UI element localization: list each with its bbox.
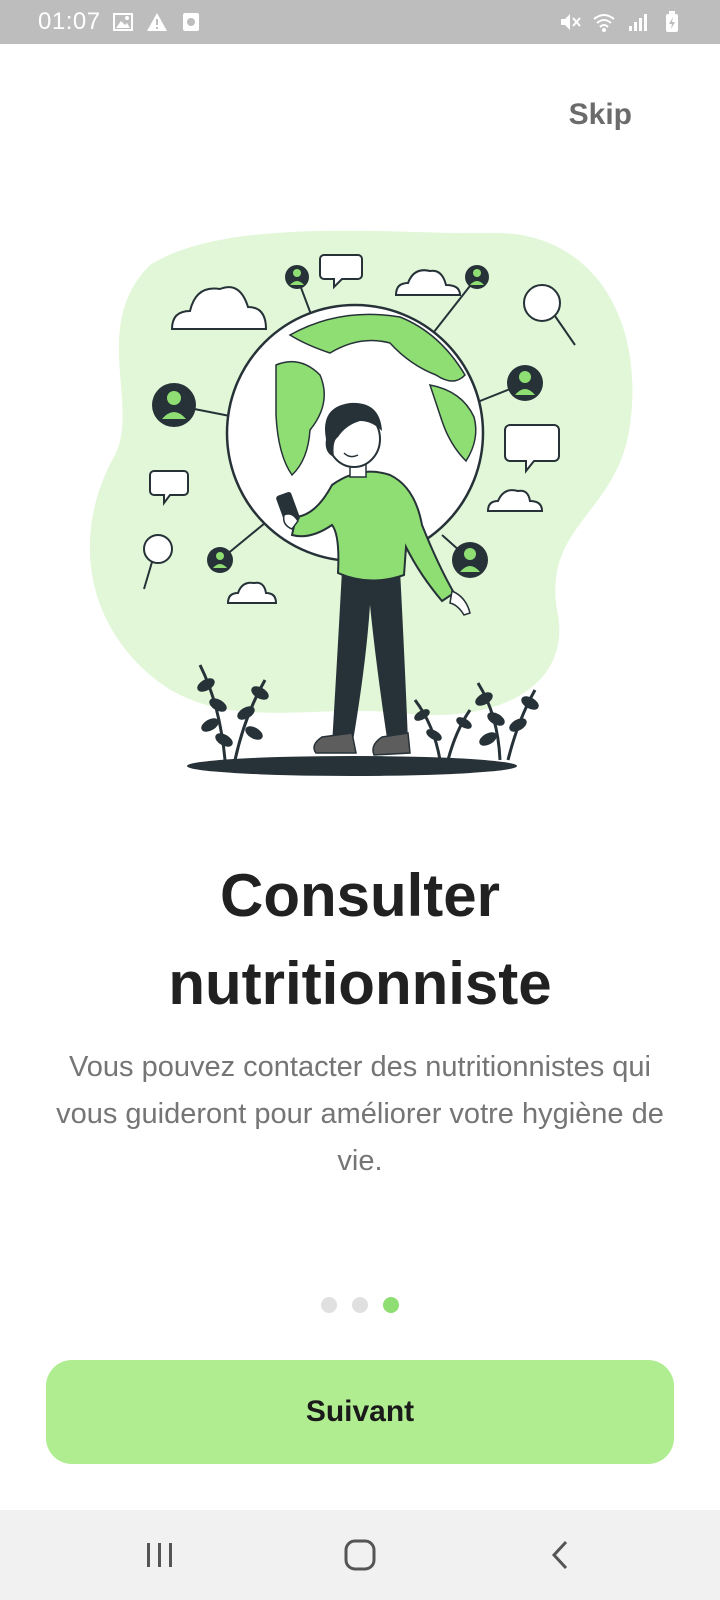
next-button[interactable]: Suivant — [46, 1360, 674, 1464]
wifi-icon — [592, 10, 616, 34]
page-dot-3-active — [383, 1297, 399, 1313]
onboarding-description: Vous pouvez contacter des nutritionniste… — [56, 1051, 664, 1177]
onboarding-title: Consulter nutritionniste — [168, 862, 552, 1017]
back-icon[interactable] — [520, 1525, 600, 1585]
mute-icon — [558, 10, 582, 34]
page-indicator — [0, 1297, 720, 1313]
status-left: 01:07 — [38, 8, 203, 36]
page-dot-1 — [321, 1297, 337, 1313]
image-icon — [111, 10, 135, 34]
signal-icon — [626, 10, 650, 34]
status-bar: 01:07 — [0, 0, 720, 44]
app-notification-icon — [179, 10, 203, 34]
home-icon[interactable] — [320, 1525, 400, 1585]
status-right — [558, 10, 684, 34]
status-time: 01:07 — [38, 8, 101, 35]
warning-icon — [145, 10, 169, 34]
skip-button[interactable]: Skip — [569, 98, 632, 132]
recent-apps-icon[interactable] — [120, 1525, 200, 1585]
system-nav-bar — [0, 1510, 720, 1600]
page-dot-2 — [352, 1297, 368, 1313]
onboarding-illustration — [70, 225, 650, 795]
battery-icon — [660, 10, 684, 34]
